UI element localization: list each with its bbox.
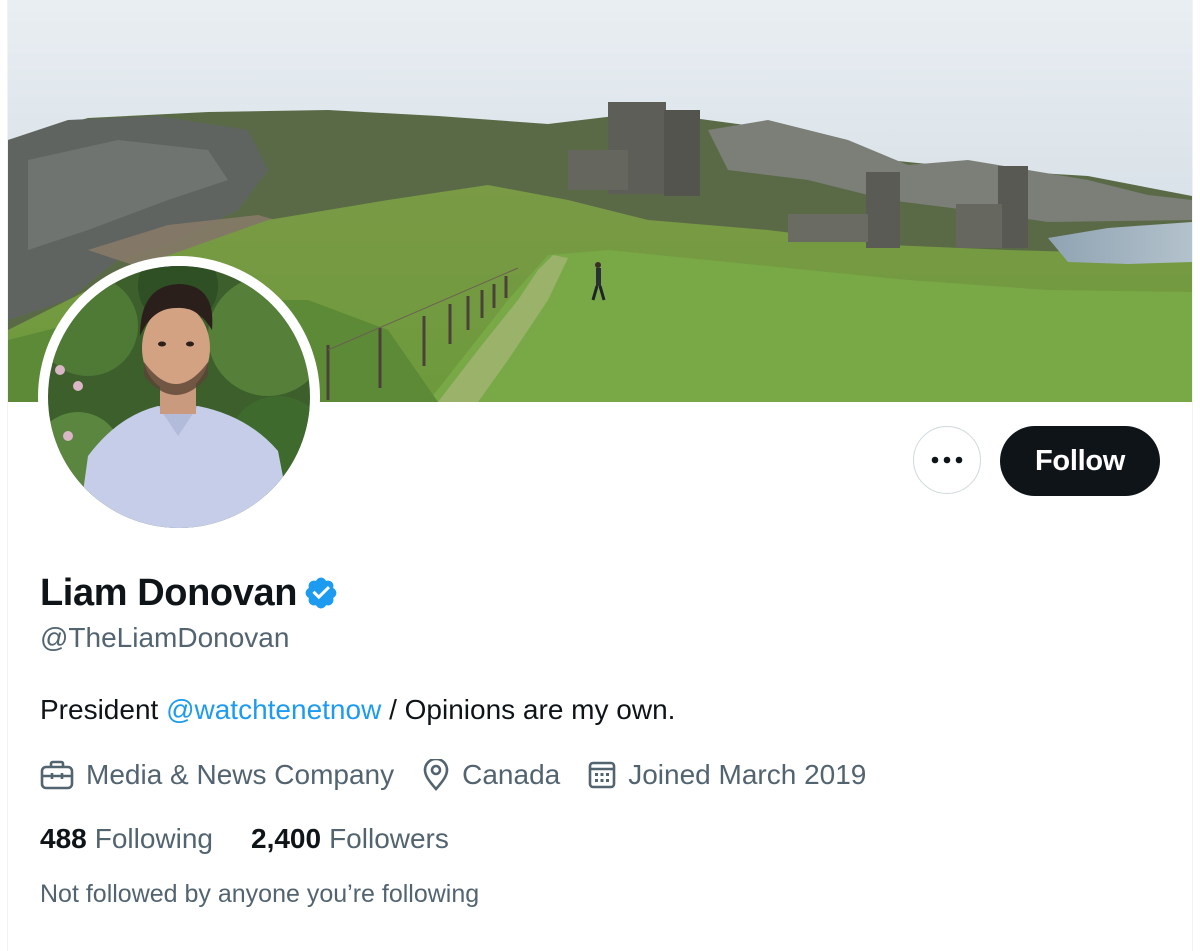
location-text: Canada [462, 759, 561, 790]
more-horizontal-icon [931, 456, 963, 464]
joined-item: Joined March 2019 [588, 759, 866, 791]
more-options-button[interactable] [913, 426, 981, 494]
bio-mention-link[interactable]: @watchtenetnow [166, 694, 381, 725]
bio-text-prefix: President [40, 694, 167, 725]
following-count: 488 [40, 823, 87, 854]
verified-badge-icon[interactable] [303, 575, 339, 611]
location-pin-icon [423, 759, 449, 791]
following-label: Following [94, 823, 213, 854]
display-name-row: Liam Donovan [40, 571, 339, 615]
bio-text-suffix: / Opinions are my own. [381, 694, 676, 725]
location-item: Canada [422, 759, 560, 791]
category-text: Media & News Company [86, 759, 395, 790]
right-border [1192, 0, 1193, 951]
calendar-icon [588, 761, 616, 789]
follow-stats-row: 488 Following 2,400 Followers [40, 820, 487, 858]
followers-count: 2,400 [251, 823, 322, 854]
user-handle: @TheLiamDonovan [40, 622, 290, 653]
bio: President @watchtenetnow / Opinions are … [40, 694, 675, 726]
display-name: Liam Donovan [40, 571, 298, 614]
category-item: Media & News Company [40, 759, 394, 791]
follow-button[interactable]: Follow [1000, 426, 1160, 496]
following-link[interactable]: 488 Following [40, 823, 213, 855]
followers-label: Followers [329, 823, 449, 854]
profile-meta-row: Media & News Company Canada Joined March… [40, 755, 894, 795]
briefcase-icon [40, 760, 74, 790]
joined-text: Joined March 2019 [628, 759, 867, 790]
followed-by-text: Not followed by anyone you’re following [40, 880, 480, 908]
followers-link[interactable]: 2,400 Followers [251, 823, 449, 855]
avatar[interactable] [48, 266, 310, 528]
